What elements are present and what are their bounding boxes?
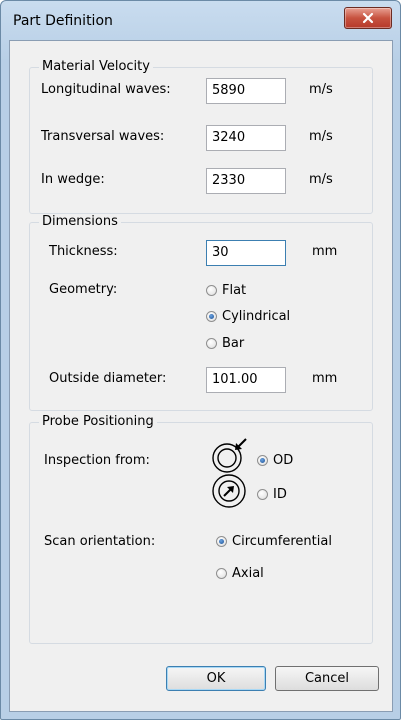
dimensions-group: Dimensions Thickness: 30 mm Geometry: Fl… [29,214,373,411]
material-velocity-group: Material Velocity Longitudinal waves: 58… [29,59,373,214]
radio-indicator [206,285,217,296]
radio-indicator [206,338,217,349]
wedge-label: In wedge: [41,172,105,187]
dialog-body: Material Velocity Longitudinal waves: 58… [9,40,393,712]
cancel-button[interactable]: Cancel [275,666,379,691]
ok-button[interactable]: OK [166,666,266,691]
wedge-input[interactable]: 2330 [206,168,286,194]
longitudinal-input[interactable]: 5890 [206,78,286,104]
geometry-bar-label: Bar [222,336,245,351]
radio-indicator [257,489,268,500]
id-inspection-icon [212,474,246,508]
inspection-id-radio[interactable]: ID [257,487,287,502]
longitudinal-label: Longitudinal waves: [41,82,171,97]
wedge-unit: m/s [309,172,333,187]
geometry-cylindrical-radio[interactable]: Cylindrical [206,309,290,324]
od-inspection-icon [212,438,247,473]
transversal-input[interactable]: 3240 [206,125,286,151]
thickness-unit: mm [312,244,338,259]
radio-indicator-selected [216,536,227,547]
scan-axial-label: Axial [232,566,264,581]
outside-diameter-unit: mm [312,371,338,386]
close-icon [362,12,374,24]
close-button[interactable] [344,7,392,29]
probe-positioning-legend: Probe Positioning [39,414,157,429]
geometry-cylindrical-label: Cylindrical [222,309,291,324]
transversal-label: Transversal waves: [41,129,165,144]
inspection-od-radio[interactable]: OD [257,453,293,468]
dimensions-legend: Dimensions [39,214,121,229]
geometry-flat-radio[interactable]: Flat [206,283,246,298]
probe-positioning-group: Probe Positioning Inspection from: OD ID… [29,414,373,644]
transversal-unit: m/s [309,129,333,144]
geometry-bar-radio[interactable]: Bar [206,336,244,351]
scan-circumferential-label: Circumferential [232,534,332,549]
longitudinal-unit: m/s [309,82,333,97]
inspection-from-label: Inspection from: [44,453,150,468]
scan-circumferential-radio[interactable]: Circumferential [216,534,332,549]
geometry-label: Geometry: [49,282,118,297]
radio-indicator-selected [206,311,217,322]
radio-indicator [216,568,227,579]
scan-orientation-label: Scan orientation: [44,534,156,549]
thickness-input[interactable]: 30 [206,240,286,266]
scan-axial-radio[interactable]: Axial [216,566,264,581]
thickness-label: Thickness: [49,244,118,259]
radio-indicator-selected [257,455,268,466]
outside-diameter-input[interactable]: 101.00 [206,367,286,393]
dialog-window: Part Definition Material Velocity Longit… [0,0,401,720]
material-velocity-legend: Material Velocity [39,59,153,74]
title-bar[interactable]: Part Definition [1,1,400,41]
outside-diameter-label: Outside diameter: [49,371,167,386]
dialog-title: Part Definition [13,13,113,29]
inspection-od-label: OD [273,453,294,468]
geometry-flat-label: Flat [222,283,247,298]
inspection-id-label: ID [273,487,287,502]
